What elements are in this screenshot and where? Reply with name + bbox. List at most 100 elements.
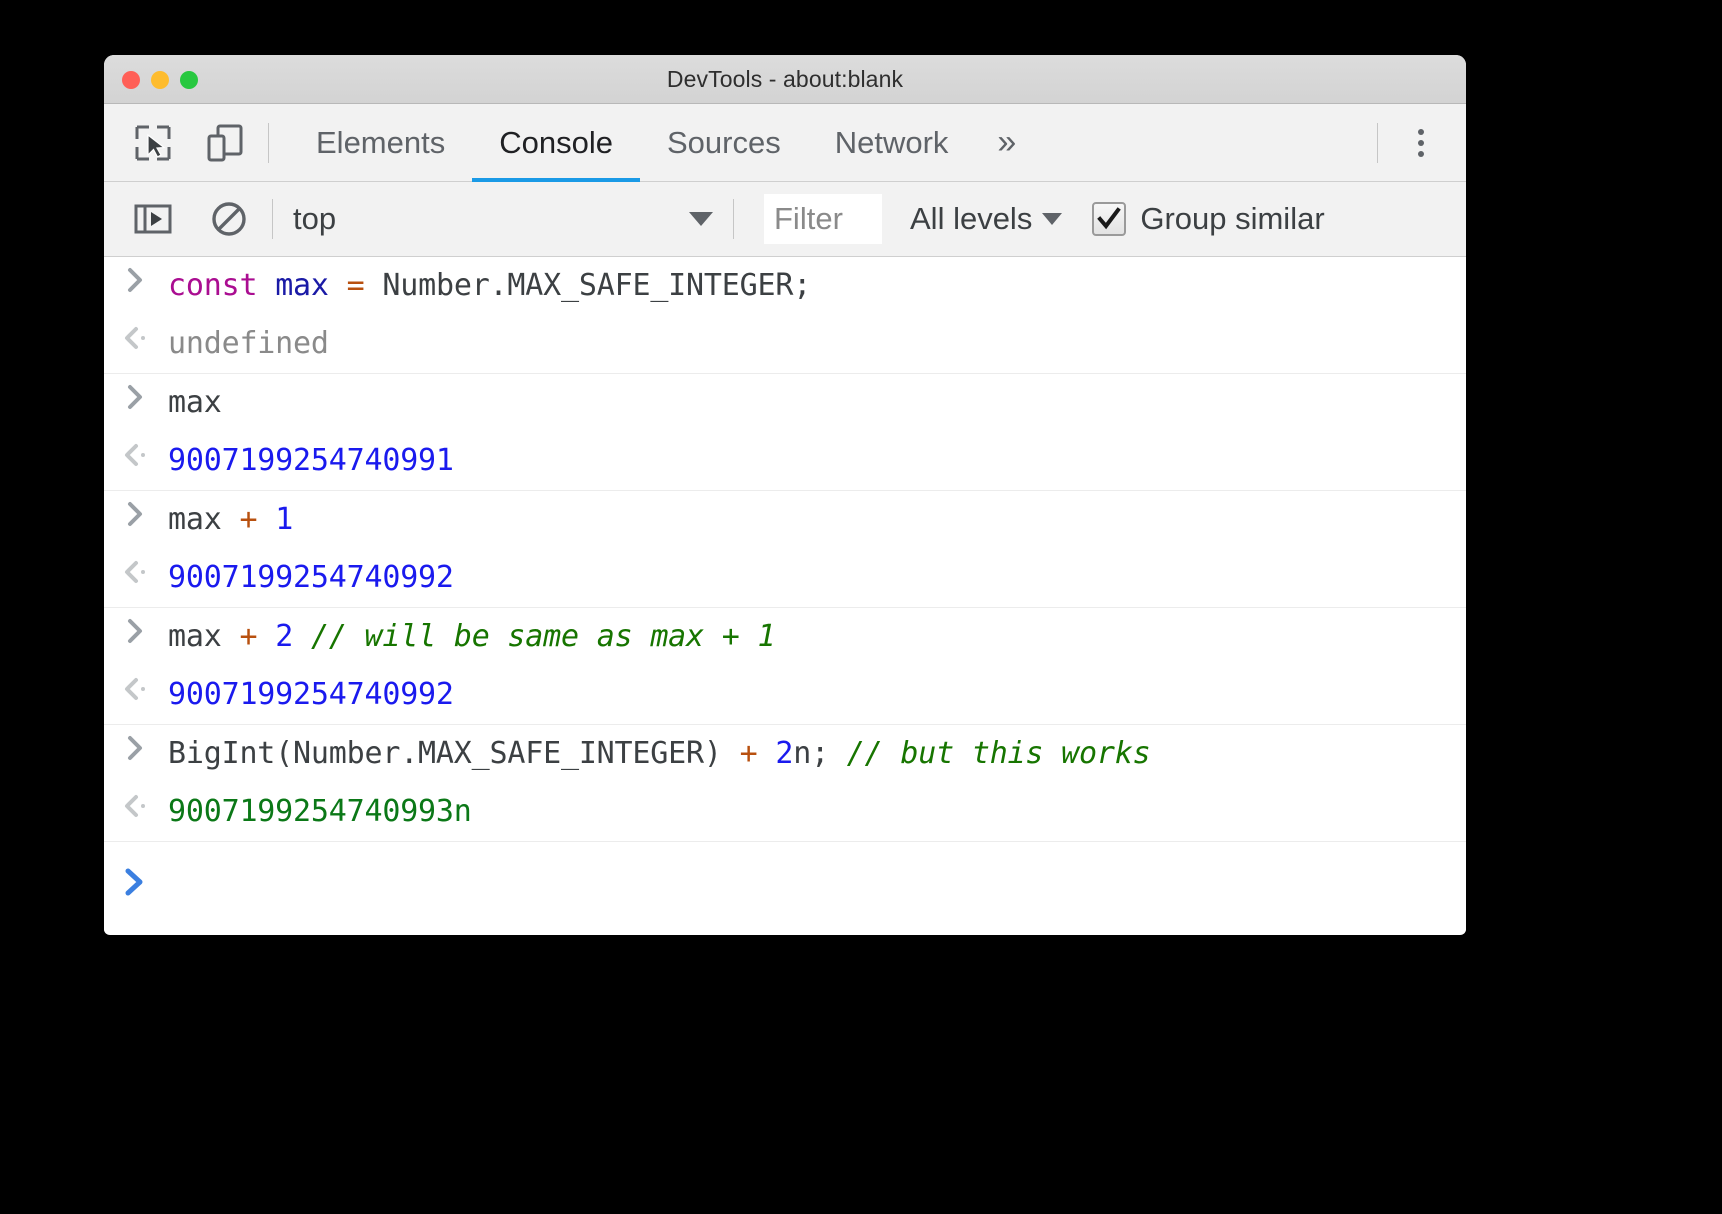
log-level-dropdown[interactable]: All levels [910, 201, 1062, 237]
console-command-row: max + 2 // will be same as max + 1 [104, 607, 1466, 666]
code-token: max [168, 502, 239, 537]
code-token: undefined [168, 326, 329, 361]
filter-bar-divider-right [733, 199, 734, 239]
code-token: 2 [775, 736, 793, 771]
code-token: max [168, 619, 239, 654]
tab-sources[interactable]: Sources [640, 104, 808, 182]
command-gutter [104, 615, 168, 645]
result-arrow-icon [122, 558, 150, 586]
code-token: 2 [275, 619, 293, 654]
group-similar-label: Group similar [1140, 201, 1324, 237]
maximize-window-button[interactable] [180, 71, 198, 89]
result-text: undefined [168, 322, 329, 366]
code-token [257, 619, 275, 654]
code-token: + [239, 619, 257, 654]
filter-bar-divider-left [272, 199, 273, 239]
command-gutter [104, 498, 168, 528]
console-result-row: 9007199254740991 [104, 432, 1466, 490]
tab-console[interactable]: Console [472, 104, 640, 182]
command-arrow-icon [124, 383, 148, 411]
command-gutter [104, 381, 168, 411]
toggle-device-toolbar-icon[interactable] [202, 120, 248, 166]
code-token: + [740, 736, 758, 771]
console-command-row: max + 1 [104, 490, 1466, 549]
code-token: max [275, 268, 329, 303]
code-token: 1 [275, 502, 293, 537]
code-token: 9007199254740991 [168, 443, 454, 478]
code-token: Number.MAX_SAFE_INTEGER; [365, 268, 812, 303]
console-message-list: const max = Number.MAX_SAFE_INTEGER;unde… [104, 257, 1466, 841]
close-window-button[interactable] [122, 71, 140, 89]
code-token: BigInt(Number.MAX_SAFE_INTEGER) [168, 736, 740, 771]
prompt-arrow-icon [123, 867, 149, 897]
command-gutter [104, 732, 168, 762]
window-title: DevTools - about:blank [104, 66, 1466, 93]
clear-console-icon[interactable] [206, 196, 252, 242]
console-toolbar-icons [130, 196, 252, 242]
code-token: 9007199254740992 [168, 560, 454, 595]
code-token: max [168, 385, 222, 420]
chevron-down-icon [1042, 213, 1062, 225]
code-token: + [239, 502, 257, 537]
tab-network[interactable]: Network [808, 104, 976, 182]
code-token [329, 268, 347, 303]
console-command-row: max [104, 373, 1466, 432]
tab-bar-tool-icons [104, 120, 248, 166]
console-result-row: 9007199254740993n [104, 783, 1466, 841]
group-similar-checkbox[interactable] [1092, 202, 1126, 236]
execution-context-selector[interactable]: top [293, 201, 713, 237]
minimize-window-button[interactable] [151, 71, 169, 89]
console-sidebar-icon[interactable] [130, 196, 176, 242]
result-text: 9007199254740992 [168, 556, 454, 600]
console-output[interactable]: const max = Number.MAX_SAFE_INTEGER;unde… [104, 257, 1466, 934]
code-token [257, 268, 275, 303]
console-filter-bar: top Filter All levels Group similar [104, 182, 1466, 257]
code-token: // will be same as max + 1 [311, 619, 775, 654]
result-arrow-icon [122, 441, 150, 469]
command-text: const max = Number.MAX_SAFE_INTEGER; [168, 264, 811, 308]
panel-tabs: Elements Console Sources Network » [289, 104, 1038, 182]
traffic-light-controls [122, 55, 198, 104]
console-result-row: 9007199254740992 [104, 549, 1466, 607]
console-command-row: BigInt(Number.MAX_SAFE_INTEGER) + 2n; //… [104, 724, 1466, 783]
more-tabs-chevron-icon[interactable]: » [975, 104, 1038, 182]
filter-input[interactable]: Filter [764, 194, 882, 244]
console-prompt-row[interactable] [104, 841, 1466, 914]
console-command-row: const max = Number.MAX_SAFE_INTEGER; [104, 257, 1466, 315]
code-token: const [168, 268, 257, 303]
result-text: 9007199254740991 [168, 439, 454, 483]
result-gutter [104, 790, 168, 820]
tab-bar-right-controls [1357, 120, 1466, 166]
console-prompt-gutter [104, 865, 168, 897]
tab-bar-divider [268, 123, 269, 163]
inspect-element-icon[interactable] [130, 120, 176, 166]
result-arrow-icon [122, 324, 150, 352]
command-arrow-icon [124, 617, 148, 645]
title-bar: DevTools - about:blank [104, 55, 1466, 104]
log-level-label: All levels [910, 201, 1032, 237]
result-gutter [104, 673, 168, 703]
result-text: 9007199254740992 [168, 673, 454, 717]
code-token: = [347, 268, 365, 303]
result-arrow-icon [122, 792, 150, 820]
devtools-window: DevTools - about:blank Elements Console … [104, 55, 1466, 935]
result-gutter [104, 439, 168, 469]
code-token: n; [793, 736, 847, 771]
devtools-tab-bar: Elements Console Sources Network » [104, 104, 1466, 182]
result-arrow-icon [122, 675, 150, 703]
command-text: BigInt(Number.MAX_SAFE_INTEGER) + 2n; //… [168, 732, 1150, 776]
kebab-menu-icon[interactable] [1398, 120, 1444, 166]
group-similar-toggle[interactable]: Group similar [1092, 201, 1324, 237]
result-text: 9007199254740993n [168, 790, 472, 834]
console-result-row: 9007199254740992 [104, 666, 1466, 724]
code-token: 9007199254740993n [168, 794, 472, 829]
chevron-down-icon [689, 212, 713, 226]
code-token [293, 619, 311, 654]
result-gutter [104, 322, 168, 352]
command-arrow-icon [124, 734, 148, 762]
tab-elements[interactable]: Elements [289, 104, 472, 182]
command-arrow-icon [124, 500, 148, 528]
code-token: 9007199254740992 [168, 677, 454, 712]
result-gutter [104, 556, 168, 586]
execution-context-label: top [293, 201, 336, 237]
